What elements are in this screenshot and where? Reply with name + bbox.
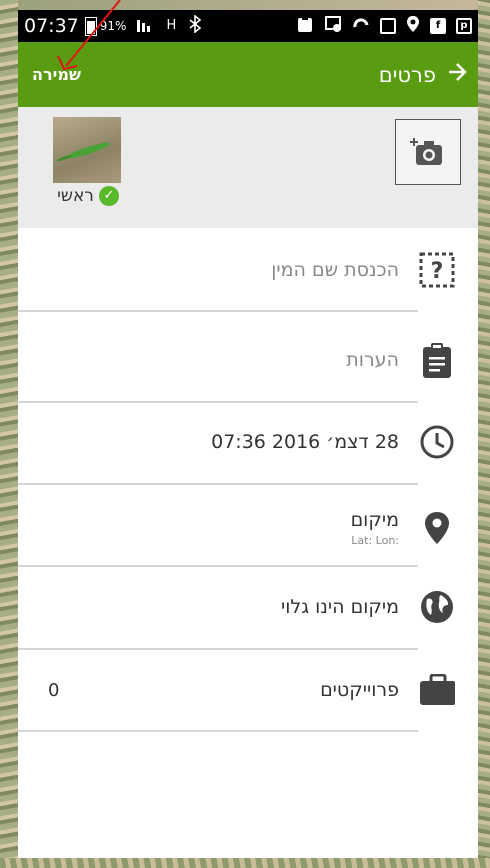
data-h-icon: H [166, 18, 177, 33]
datetime-row[interactable]: 28 דצמ׳ 2016 07:36 [18, 410, 478, 474]
p-app-icon: p [456, 18, 472, 34]
page-title: פרטים [378, 62, 436, 87]
location-row[interactable]: מיקום Lat: Lon: [18, 492, 478, 564]
divider [18, 565, 418, 567]
notes-input[interactable]: הערות [346, 349, 399, 371]
location-coordinates: Lat: Lon: [351, 534, 399, 547]
divider [18, 401, 418, 403]
data-h-label: H [166, 18, 177, 33]
back-arrow-icon[interactable] [446, 61, 468, 89]
image-icon [380, 18, 396, 34]
divider [18, 730, 418, 732]
projects-label: פרוייקטים [320, 679, 399, 701]
photo-thumbnail-item[interactable]: ראשי ✓ [53, 117, 123, 206]
projects-count: 0 [48, 679, 60, 701]
location-block: מיקום Lat: Lon: [351, 509, 399, 547]
divider [18, 648, 418, 650]
cast-icon [324, 15, 342, 37]
status-time: 07:37 [24, 15, 79, 37]
check-circle-icon: ✓ [98, 186, 119, 206]
briefcase-icon [419, 672, 455, 708]
svg-text:?: ? [431, 259, 444, 284]
lizard-image [65, 140, 111, 161]
divider [18, 483, 418, 485]
primary-label: ראשי [57, 186, 94, 206]
location-visibility[interactable]: מיקום הינו גלוי [281, 596, 399, 618]
photo-thumbnail[interactable] [53, 117, 121, 183]
loop-icon [352, 15, 370, 37]
signal-bars-icon [136, 16, 154, 36]
unknown-species-icon: ? [419, 252, 455, 288]
notes-row[interactable]: הערות [18, 328, 478, 392]
projects-row[interactable]: פרוייקטים 0 [18, 658, 478, 722]
species-row[interactable]: ? הכנסת שם המין [18, 238, 478, 302]
add-camera-icon [410, 138, 442, 165]
app-bar: שמירה פרטים [18, 42, 478, 107]
globe-icon [419, 589, 455, 625]
title-area: פרטים [379, 61, 468, 89]
divider [18, 310, 418, 312]
background-grass-left [0, 0, 18, 868]
clipboard-icon [296, 15, 314, 37]
species-input[interactable]: הכנסת שם המין [271, 259, 399, 281]
primary-photo-caption: ראשי ✓ [53, 186, 123, 206]
phone-screen: 07:37 91% H f p שמירה פרטים ראשי ✓ ? הכנ… [18, 10, 478, 858]
photo-panel: ראשי ✓ [18, 107, 478, 228]
status-bar: 07:37 91% H f p [18, 10, 478, 42]
visibility-row[interactable]: מיקום הינו גלוי [18, 575, 478, 639]
datetime-value[interactable]: 28 דצמ׳ 2016 07:36 [211, 431, 399, 453]
clock-icon [419, 424, 455, 460]
add-photo-button[interactable] [395, 119, 461, 185]
location-icon [419, 510, 455, 546]
facebook-icon: f [430, 18, 446, 34]
battery-percent: 91% [99, 19, 127, 33]
background-grass-bottom [0, 858, 490, 868]
save-button[interactable]: שמירה [28, 61, 85, 88]
location-pin-icon [406, 15, 420, 37]
background-grass-right [478, 0, 490, 868]
battery-icon [84, 16, 97, 36]
clipboard-notes-icon [419, 342, 455, 378]
location-label: מיקום [350, 509, 399, 531]
bluetooth-icon [188, 14, 202, 37]
